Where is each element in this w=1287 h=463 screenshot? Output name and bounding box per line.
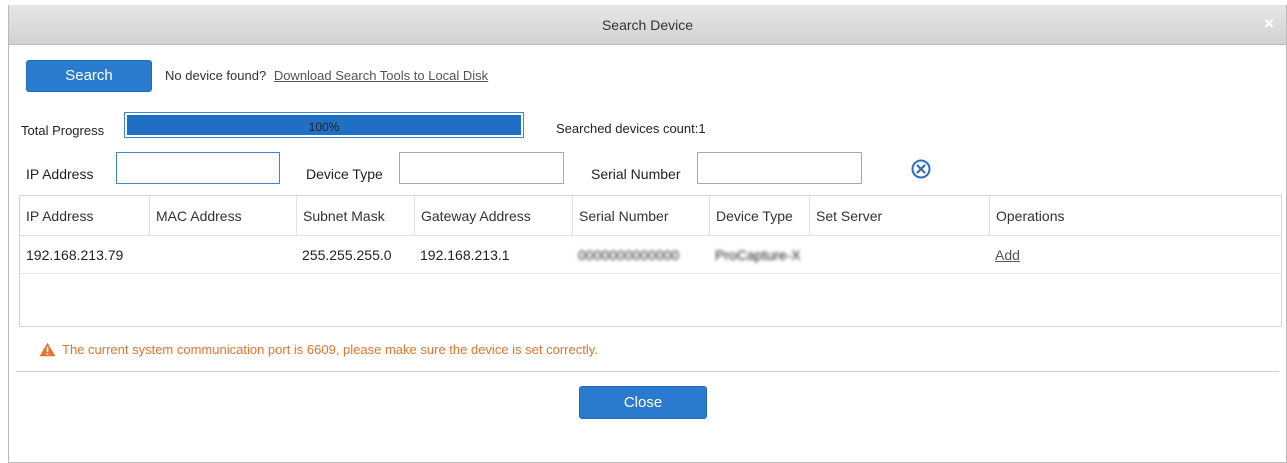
no-device-text: No device found?: [165, 68, 267, 83]
cell-ip-address: 192.168.213.79: [26, 247, 124, 263]
cell-subnet-mask: 255.255.255.0: [302, 247, 392, 263]
column-header: Device Type: [709, 196, 809, 235]
device-type-input[interactable]: [399, 152, 564, 184]
device-type-label: Device Type: [306, 166, 383, 182]
cell-set-server: [809, 236, 989, 273]
cell-mac-address: [149, 236, 296, 273]
table-header: IP Address MAC Address Subnet Mask Gatew…: [20, 196, 1281, 236]
ip-address-input[interactable]: [116, 152, 280, 184]
warning-icon: [39, 342, 56, 357]
column-header: Gateway Address: [414, 196, 572, 235]
add-device-link[interactable]: Add: [995, 247, 1020, 263]
port-warning: The current system communication port is…: [39, 342, 598, 357]
device-table: IP Address MAC Address Subnet Mask Gatew…: [19, 195, 1282, 327]
footer-divider: [16, 371, 1279, 372]
column-header: IP Address: [26, 208, 94, 224]
cell-operations: Add: [989, 236, 1281, 273]
progress-percent: 100%: [308, 120, 340, 134]
download-search-tools-link[interactable]: Download Search Tools to Local Disk: [274, 68, 488, 83]
dialog-titlebar: Search Device ×: [9, 5, 1286, 45]
column-header: Serial Number: [572, 196, 709, 235]
cell-serial-number: 0000000000000: [578, 247, 680, 263]
cell-gateway-address: 192.168.213.1: [420, 247, 510, 263]
serial-number-input[interactable]: [697, 152, 862, 184]
column-header: MAC Address: [149, 196, 296, 235]
total-progress-label: Total Progress: [21, 123, 105, 138]
warning-text: The current system communication port is…: [62, 342, 598, 357]
search-hint: No device found? Download Search Tools t…: [165, 68, 488, 83]
search-device-dialog: Search Device × Search No device found? …: [8, 5, 1287, 463]
total-progress-bar: 100%: [124, 112, 524, 138]
column-header: Set Server: [809, 196, 989, 235]
dialog-title: Search Device: [601, 17, 694, 33]
column-header: Subnet Mask: [296, 196, 414, 235]
column-header: Operations: [989, 196, 1281, 235]
close-icon[interactable]: ×: [1258, 13, 1280, 35]
serial-number-label: Serial Number: [591, 166, 681, 182]
search-button[interactable]: Search: [26, 60, 152, 92]
searched-devices-count: Searched devices count:1: [556, 121, 706, 136]
cell-device-type: ProCapture-X: [715, 247, 801, 263]
ip-address-label: IP Address: [26, 166, 94, 182]
clear-circle-icon[interactable]: [911, 159, 931, 179]
close-button[interactable]: Close: [579, 386, 707, 419]
table-row: 192.168.213.79 255.255.255.0 192.168.213…: [20, 236, 1281, 274]
